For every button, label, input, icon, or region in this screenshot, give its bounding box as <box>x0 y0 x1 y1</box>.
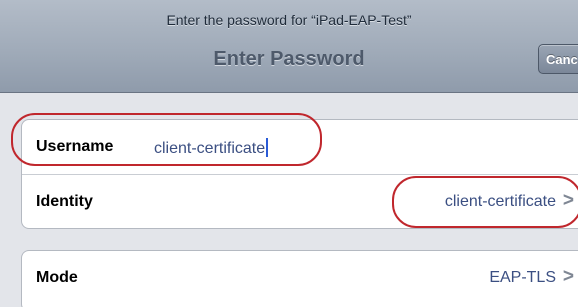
username-label: Username <box>36 138 114 155</box>
credentials-group: Username client-certificate Identity cli… <box>21 119 578 229</box>
mode-row[interactable]: Mode EAP-TLS > <box>22 251 578 305</box>
cancel-button[interactable]: Canc <box>538 44 578 74</box>
username-input[interactable]: client-certificate <box>154 138 269 158</box>
text-cursor <box>266 138 269 157</box>
enter-password-screen: Enter the password for “iPad-EAP-Test” E… <box>0 0 578 307</box>
username-value: client-certificate <box>154 140 266 157</box>
mode-label: Mode <box>36 269 78 286</box>
mode-value: EAP-TLS <box>489 269 556 286</box>
identity-label: Identity <box>36 193 93 210</box>
username-row[interactable]: Username client-certificate <box>22 120 578 174</box>
password-prompt: Enter the password for “iPad-EAP-Test” <box>166 12 412 28</box>
identity-row[interactable]: Identity client-certificate > <box>22 175 578 229</box>
chevron-right-icon: > <box>562 266 574 287</box>
navigation-bar: Enter the password for “iPad-EAP-Test” E… <box>0 0 578 93</box>
page-title: Enter Password <box>213 48 365 70</box>
identity-value: client-certificate <box>444 193 556 210</box>
mode-group: Mode EAP-TLS > <box>21 250 578 307</box>
chevron-right-icon: > <box>562 190 574 211</box>
